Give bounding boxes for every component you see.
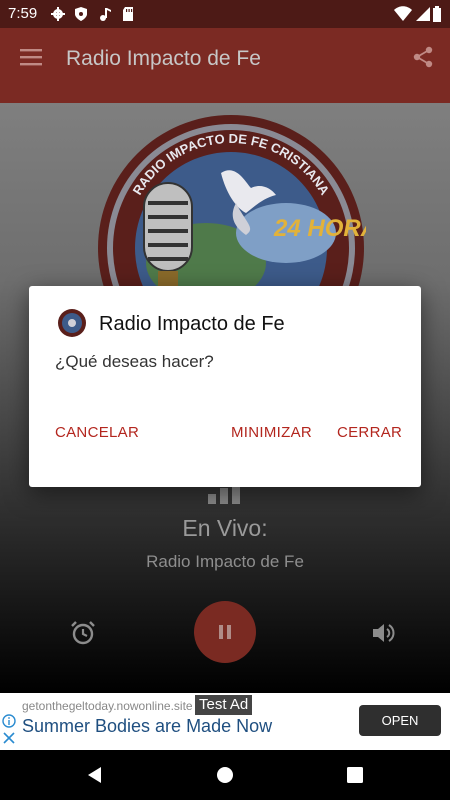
logo-badge: 24 HORAS (273, 215, 366, 242)
station-name: Radio Impacto de Fe (146, 552, 304, 571)
gear-icon (51, 7, 65, 21)
dialog-title: Radio Impacto de Fe (99, 313, 285, 335)
back-icon[interactable] (85, 765, 105, 785)
ad-headline[interactable]: Summer Bodies are Made Now (22, 716, 272, 737)
battery-icon (433, 6, 441, 22)
recents-icon[interactable] (345, 765, 365, 785)
ad-domain: getonthegeltoday.nowonline.site (22, 699, 193, 713)
alarm-icon[interactable] (70, 620, 96, 646)
share-icon[interactable] (412, 46, 434, 68)
close-button[interactable]: CERRAR (337, 424, 402, 441)
hamburger-menu-icon[interactable] (20, 48, 42, 66)
music-note-icon (100, 8, 111, 21)
test-ad-label: Test Ad (195, 695, 253, 715)
minimize-button[interactable]: MINIMIZAR (231, 424, 312, 441)
dialog-message: ¿Qué deseas hacer? (55, 352, 214, 371)
shield-icon (75, 7, 87, 21)
home-icon[interactable] (215, 765, 235, 785)
volume-icon[interactable] (370, 620, 396, 646)
app-title: Radio Impacto de Fe (66, 47, 261, 70)
status-time: 7:59 (8, 5, 38, 22)
status-bar: 7:59 (0, 0, 450, 28)
wifi-icon (394, 6, 412, 21)
ad-close-icon[interactable] (3, 732, 15, 744)
signal-icon (416, 7, 430, 21)
live-label: En Vivo: (182, 515, 268, 541)
app-logo-icon (58, 309, 86, 337)
pause-icon[interactable] (217, 624, 233, 640)
sd-card-icon (123, 7, 133, 21)
cancel-button[interactable]: CANCELAR (55, 424, 139, 441)
info-icon[interactable] (2, 714, 16, 728)
ad-open-button[interactable]: OPEN (359, 705, 441, 736)
